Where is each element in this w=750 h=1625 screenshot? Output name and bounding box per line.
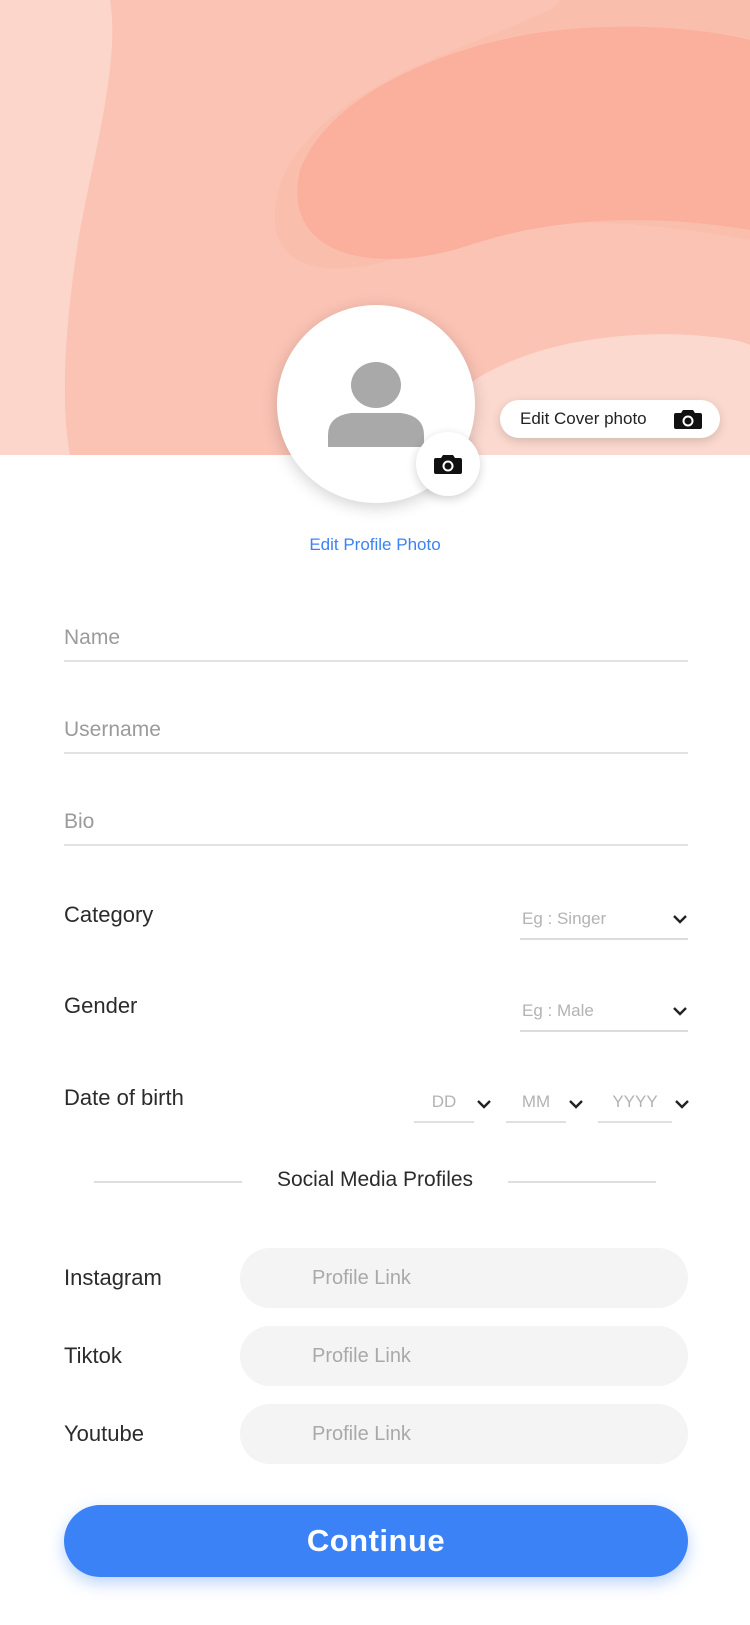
chevron-down-icon xyxy=(673,915,687,924)
username-input[interactable] xyxy=(64,708,688,752)
instagram-link-input[interactable] xyxy=(312,1248,688,1308)
instagram-link-field xyxy=(240,1248,688,1308)
date-of-birth-label: Date of birth xyxy=(64,1085,184,1110)
edit-cover-photo-label: Edit Cover photo xyxy=(520,409,647,428)
category-placeholder: Eg : Singer xyxy=(522,909,607,928)
gender-placeholder: Eg : Male xyxy=(522,1001,594,1020)
edit-cover-photo-button[interactable]: Edit Cover photo xyxy=(500,400,720,438)
camera-icon xyxy=(434,455,462,474)
tiktok-link-input[interactable] xyxy=(312,1326,688,1386)
name-input[interactable] xyxy=(64,616,688,660)
youtube-link-field xyxy=(240,1404,688,1464)
social-media-heading: Social Media Profiles xyxy=(276,1168,474,1191)
dob-day-field[interactable]: DD xyxy=(414,1083,474,1123)
username-field-container xyxy=(64,708,688,754)
chevron-down-icon xyxy=(673,1007,687,1016)
dob-day-chevron-icon[interactable] xyxy=(476,1098,492,1110)
dob-month-placeholder: MM xyxy=(521,1092,551,1111)
name-field-container xyxy=(64,616,688,662)
category-label: Category xyxy=(64,902,154,927)
dob-month-chevron-icon[interactable] xyxy=(568,1098,584,1110)
dob-year-chevron-icon[interactable] xyxy=(674,1098,690,1110)
divider-right xyxy=(508,1181,656,1183)
category-select[interactable]: Eg : Singer xyxy=(520,900,688,940)
dob-day-placeholder: DD xyxy=(431,1092,457,1111)
bio-field-container xyxy=(64,800,688,846)
change-profile-photo-button[interactable] xyxy=(416,432,480,496)
tiktok-label: Tiktok xyxy=(64,1343,122,1368)
instagram-label: Instagram xyxy=(64,1265,162,1290)
youtube-link-input[interactable] xyxy=(312,1404,688,1464)
tiktok-link-field xyxy=(240,1326,688,1386)
dob-month-field[interactable]: MM xyxy=(506,1083,566,1123)
user-placeholder-icon xyxy=(328,362,424,447)
camera-icon xyxy=(672,406,704,432)
youtube-label: Youtube xyxy=(64,1421,144,1446)
edit-profile-photo-link[interactable]: Edit Profile Photo xyxy=(0,535,750,555)
dob-year-field[interactable]: YYYY xyxy=(598,1083,672,1123)
gender-select[interactable]: Eg : Male xyxy=(520,992,688,1032)
continue-button[interactable]: Continue xyxy=(64,1505,688,1577)
dob-year-placeholder: YYYY xyxy=(612,1092,658,1111)
gender-label: Gender xyxy=(64,993,138,1018)
bio-input[interactable] xyxy=(64,800,688,844)
